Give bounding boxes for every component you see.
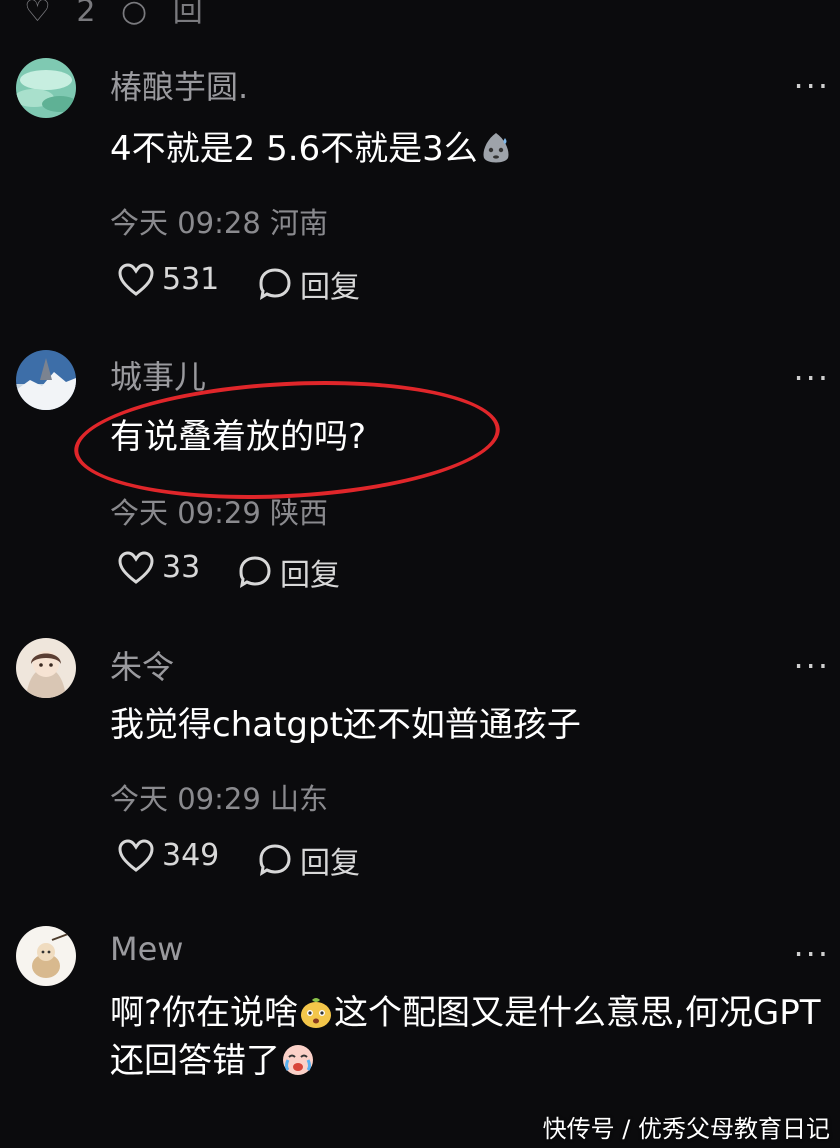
more-options-button[interactable]: ··· [793, 650, 830, 682]
comment-meta: 今天 09:29 山东 [110, 782, 329, 816]
speech-bubble-icon [259, 844, 291, 876]
speech-bubble-icon [239, 556, 271, 588]
username[interactable]: 城事儿 [110, 352, 206, 398]
username[interactable]: 朱令 [110, 642, 174, 688]
heart-icon [118, 262, 154, 296]
comment-text-part: 啊?你在说啥 [110, 993, 299, 1033]
crying-face-emoji-icon [283, 1044, 313, 1075]
like-button[interactable]: 349 [118, 838, 219, 873]
comment-text: 我觉得chatgpt还不如普通孩子 [110, 705, 581, 745]
avatar[interactable] [16, 926, 76, 986]
like-button[interactable]: 531 [118, 262, 219, 297]
surprised-bun-emoji-icon [301, 998, 332, 1028]
comment-text: 啊?你在说啥 这个配图又是什么意思,何况GPT还回答错了 [110, 990, 835, 1085]
sweat-blob-emoji-icon [483, 133, 509, 163]
reply-button[interactable]: 回复 [258, 838, 360, 882]
username[interactable]: 椿酿芋圆. [110, 62, 248, 108]
reply-button[interactable]: 回复 [238, 550, 340, 594]
avatar[interactable] [16, 58, 76, 118]
like-count: 33 [162, 550, 201, 585]
like-button[interactable]: 33 [118, 550, 200, 585]
reply-button[interactable]: 回复 [258, 262, 360, 306]
heart-icon [118, 550, 154, 584]
comment-meta: 今天 09:29 陕西 [110, 496, 329, 530]
source-watermark: 快传号 / 优秀父母教育日记 [542, 1115, 830, 1143]
comment-text: 有说叠着放的吗? [110, 417, 367, 457]
avatar[interactable] [16, 350, 76, 410]
reply-label: 回复 [300, 846, 360, 881]
comment-meta: 今天 09:28 河南 [110, 206, 329, 240]
previous-comment-actions-fragment: ♡ 2 ○ 回 [24, 0, 211, 29]
reply-label: 回复 [280, 558, 340, 593]
comment-text-body: 4不就是2 5.6不就是3么 [110, 129, 478, 169]
comment-text: 4不就是2 5.6不就是3么 [110, 126, 514, 174]
like-count: 349 [162, 838, 220, 873]
avatar[interactable] [16, 638, 76, 698]
more-options-button[interactable]: ··· [793, 70, 830, 102]
heart-icon [118, 838, 154, 872]
speech-bubble-icon [259, 268, 291, 300]
reply-label: 回复 [300, 270, 360, 305]
more-options-button[interactable]: ··· [793, 938, 830, 970]
more-options-button[interactable]: ··· [793, 362, 830, 394]
username[interactable]: Mew [110, 930, 183, 968]
like-count: 531 [162, 262, 220, 297]
